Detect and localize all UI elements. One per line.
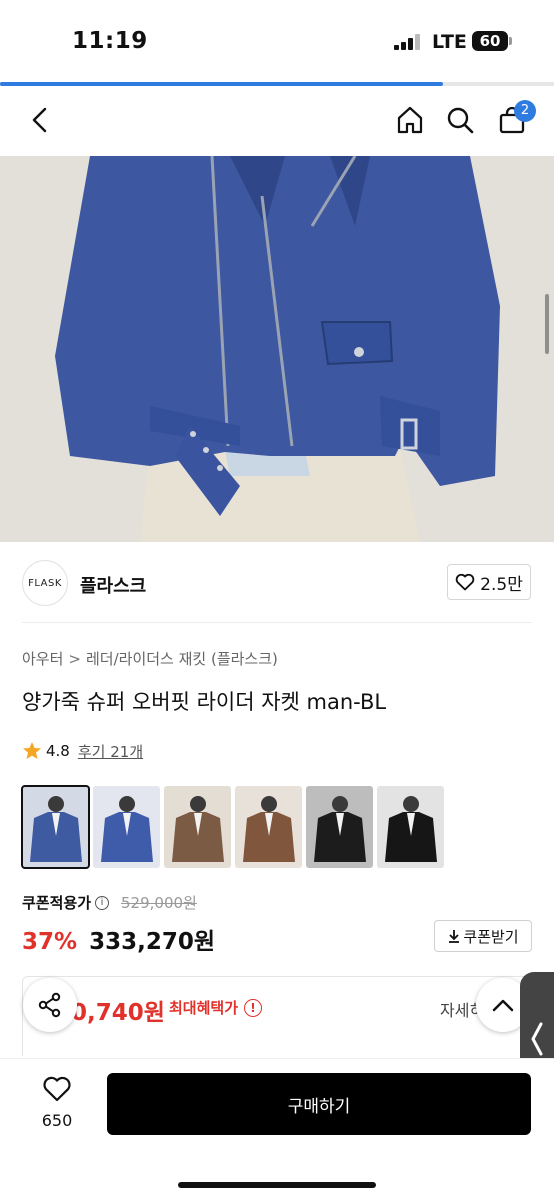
swatch-jacket-icon (172, 796, 224, 862)
chevron-left-icon (531, 1022, 543, 1056)
breadcrumb-category[interactable]: 아우터 (22, 650, 63, 668)
brand-name[interactable]: 플라스크 (80, 572, 146, 598)
scroll-indicator (545, 294, 549, 354)
coupon-price-row: 쿠폰적용가 i 529,000원 (22, 892, 197, 913)
home-button[interactable] (388, 98, 432, 142)
battery-icon: 60 (472, 31, 508, 51)
swatch-jacket-icon (101, 796, 153, 862)
max-benefit-price: 0,740원 (71, 1000, 165, 1026)
home-icon (397, 106, 423, 134)
signal-icon (394, 34, 422, 50)
divider (22, 622, 532, 623)
swatch-jacket-icon (385, 796, 437, 862)
top-navigation: 2 (0, 86, 554, 156)
wishlist-count: 650 (41, 1111, 73, 1130)
product-title: 양가죽 슈퍼 오버핏 라이더 자켓 man-BL (22, 690, 387, 714)
color-swatch-blue[interactable] (93, 786, 160, 868)
cart-count-badge: 2 (514, 100, 536, 122)
heart-icon (43, 1076, 71, 1102)
product-main-image[interactable]: › (0, 156, 554, 542)
color-swatch-black[interactable] (306, 786, 373, 868)
color-swatch-black[interactable] (377, 786, 444, 868)
max-benefit-box[interactable]: 0,740원 최대혜택가 ! 자세히 (22, 976, 532, 1056)
wishlist-button[interactable]: 650 (28, 1075, 86, 1139)
breadcrumb: 아우터 > 레더/라이더스 재킷 (플라스크) (22, 648, 278, 669)
status-bar: 11:19 LTE 60 (0, 0, 554, 84)
jacket-photo (0, 156, 554, 542)
buy-button[interactable]: 구매하기 (107, 1073, 531, 1135)
rating-row: 4.8 후기 21개 (22, 740, 143, 762)
breadcrumb-separator-icon: > (68, 650, 81, 668)
color-options (21, 785, 444, 869)
cart-button[interactable]: 2 (490, 98, 536, 142)
swatch-jacket-icon (30, 796, 82, 862)
rating-value: 4.8 (46, 742, 70, 760)
search-icon (447, 107, 474, 134)
swatch-jacket-icon (243, 796, 295, 862)
sale-price-row: 37% 333,270원 (22, 922, 215, 956)
get-coupon-label: 쿠폰받기 (463, 927, 519, 946)
sale-price: 333,270원 (89, 929, 215, 955)
original-price: 529,000원 (121, 894, 197, 912)
max-benefit-label: 최대혜택가 ! (169, 997, 263, 1018)
download-icon (449, 930, 460, 943)
info-icon[interactable]: i (95, 895, 110, 910)
max-benefit-label-text: 최대혜택가 (169, 999, 239, 1017)
review-link[interactable]: 후기 21개 (78, 741, 143, 762)
network-label: LTE (432, 31, 467, 53)
chevron-left-icon (32, 107, 47, 133)
brand-like-count: 2.5만 (480, 574, 523, 595)
home-indicator (178, 1182, 376, 1188)
back-button[interactable] (18, 98, 62, 142)
battery-cap (509, 37, 512, 45)
brand-like-button[interactable]: 2.5만 (447, 564, 531, 600)
brand-row: FLASK 플라스크 2.5만 (0, 550, 554, 620)
status-time: 11:19 (72, 28, 148, 54)
color-swatch-brown[interactable] (164, 786, 231, 868)
color-swatch-blue[interactable] (21, 785, 90, 869)
coupon-price-label: 쿠폰적용가 (22, 894, 92, 912)
brand-logo[interactable]: FLASK (22, 560, 68, 606)
heart-icon (455, 573, 475, 591)
bottom-purchase-bar: 650 구매하기 (0, 1058, 554, 1200)
share-icon (38, 992, 61, 1018)
search-button[interactable] (438, 98, 482, 142)
get-coupon-button[interactable]: 쿠폰받기 (434, 920, 532, 952)
discount-rate: 37% (22, 929, 78, 955)
breadcrumb-subcategory[interactable]: 레더/라이더스 재킷 (플라스크) (86, 650, 278, 668)
color-swatch-brown[interactable] (235, 786, 302, 868)
swatch-jacket-icon (314, 796, 366, 862)
share-button[interactable] (23, 978, 77, 1032)
chevron-up-icon (492, 999, 514, 1012)
star-icon (23, 742, 41, 759)
info-icon[interactable]: ! (244, 998, 263, 1017)
